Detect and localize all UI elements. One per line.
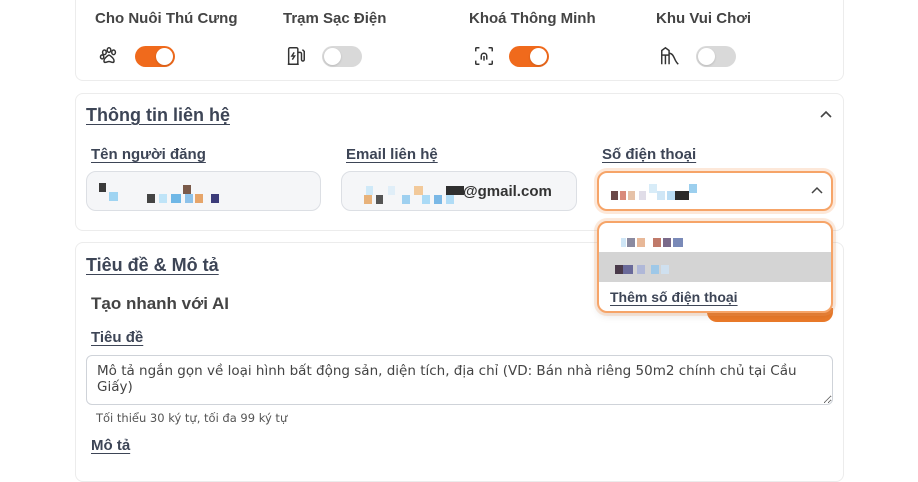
pixelated-text <box>388 186 395 195</box>
smart-lock-toggle[interactable] <box>509 46 549 67</box>
amenity-smart-lock-label: Khoá Thông Minh <box>469 10 596 27</box>
pixelated-text <box>364 195 372 204</box>
toggle-knob <box>324 48 341 65</box>
phone-option[interactable] <box>599 252 831 282</box>
amenity-charging-label: Trạm Sạc Điện <box>283 10 387 27</box>
pixelated-text <box>620 191 626 200</box>
pixelated-text <box>673 238 683 247</box>
chevron-up-icon <box>811 186 823 194</box>
pixelated-text <box>446 195 454 204</box>
chevron-up-icon[interactable] <box>819 109 833 119</box>
title-label: Tiêu đề <box>91 329 144 346</box>
pixelated-text <box>422 195 430 204</box>
amenity-playground-label: Khu Vui Chơi <box>656 10 752 27</box>
add-phone-link[interactable]: Thêm số điện thoại <box>610 289 738 305</box>
pixelated-text <box>615 265 623 274</box>
pixelated-text <box>446 186 464 195</box>
pixelated-text <box>675 191 689 200</box>
title-hint: Tối thiểu 30 ký tự, tối đa 99 ký tự <box>96 411 288 425</box>
toggle-knob <box>530 48 547 65</box>
pixelated-text <box>366 186 373 195</box>
contact-section-title: Thông tin liên hệ <box>86 105 230 125</box>
title-input[interactable] <box>86 355 833 405</box>
pixelated-text <box>651 265 659 274</box>
pixelated-text <box>628 191 635 200</box>
pixelated-text <box>689 184 697 193</box>
pixelated-text <box>653 238 661 247</box>
pixelated-text <box>376 195 383 204</box>
name-field[interactable] <box>86 171 321 211</box>
pixelated-text <box>621 238 626 247</box>
email-domain: @gmail.com <box>463 183 552 200</box>
phone-select[interactable] <box>597 171 833 211</box>
pixelated-text <box>663 238 671 247</box>
pixelated-text <box>639 191 646 200</box>
title-section-title: Tiêu đề & Mô tả <box>86 255 219 275</box>
pixelated-text <box>147 194 155 203</box>
pixelated-text <box>434 195 442 204</box>
playground-toggle[interactable] <box>696 46 736 67</box>
pixelated-text <box>109 192 118 201</box>
paw-icon <box>99 47 117 64</box>
name-label: Tên người đăng <box>91 146 206 163</box>
pets-toggle[interactable] <box>135 46 175 67</box>
pixelated-text <box>159 194 167 203</box>
toggle-knob <box>156 48 173 65</box>
pixelated-text <box>637 265 645 274</box>
pixelated-text <box>183 185 191 194</box>
ai-generate-heading: Tạo nhanh với AI <box>91 294 230 313</box>
charging-toggle[interactable] <box>322 46 362 67</box>
pixelated-text <box>623 265 633 274</box>
pixelated-text <box>611 191 618 200</box>
pixelated-text <box>414 186 423 195</box>
amenity-pets-label: Cho Nuôi Thú Cưng <box>95 10 238 27</box>
pixelated-text <box>657 191 665 200</box>
phone-dropdown: Thêm số điện thoại <box>597 221 833 313</box>
pixelated-text <box>637 238 645 247</box>
charging-station-icon <box>287 47 305 65</box>
pixelated-text <box>211 194 219 203</box>
pixelated-text <box>402 195 410 204</box>
pixelated-text <box>627 238 635 247</box>
smart-lock-icon <box>475 47 493 65</box>
pixelated-text <box>649 184 657 193</box>
pixelated-text <box>171 194 181 203</box>
pixelated-text <box>661 265 669 274</box>
email-label: Email liên hệ <box>346 146 438 163</box>
playground-icon <box>661 46 679 65</box>
pixelated-text <box>185 194 193 203</box>
phone-label: Số điện thoại <box>602 146 697 163</box>
description-label: Mô tả <box>91 437 131 454</box>
pixelated-text <box>667 191 675 200</box>
pixelated-text <box>195 194 203 203</box>
email-field[interactable]: @gmail.com <box>341 171 577 211</box>
pixelated-text <box>99 183 106 192</box>
toggle-knob <box>698 48 715 65</box>
